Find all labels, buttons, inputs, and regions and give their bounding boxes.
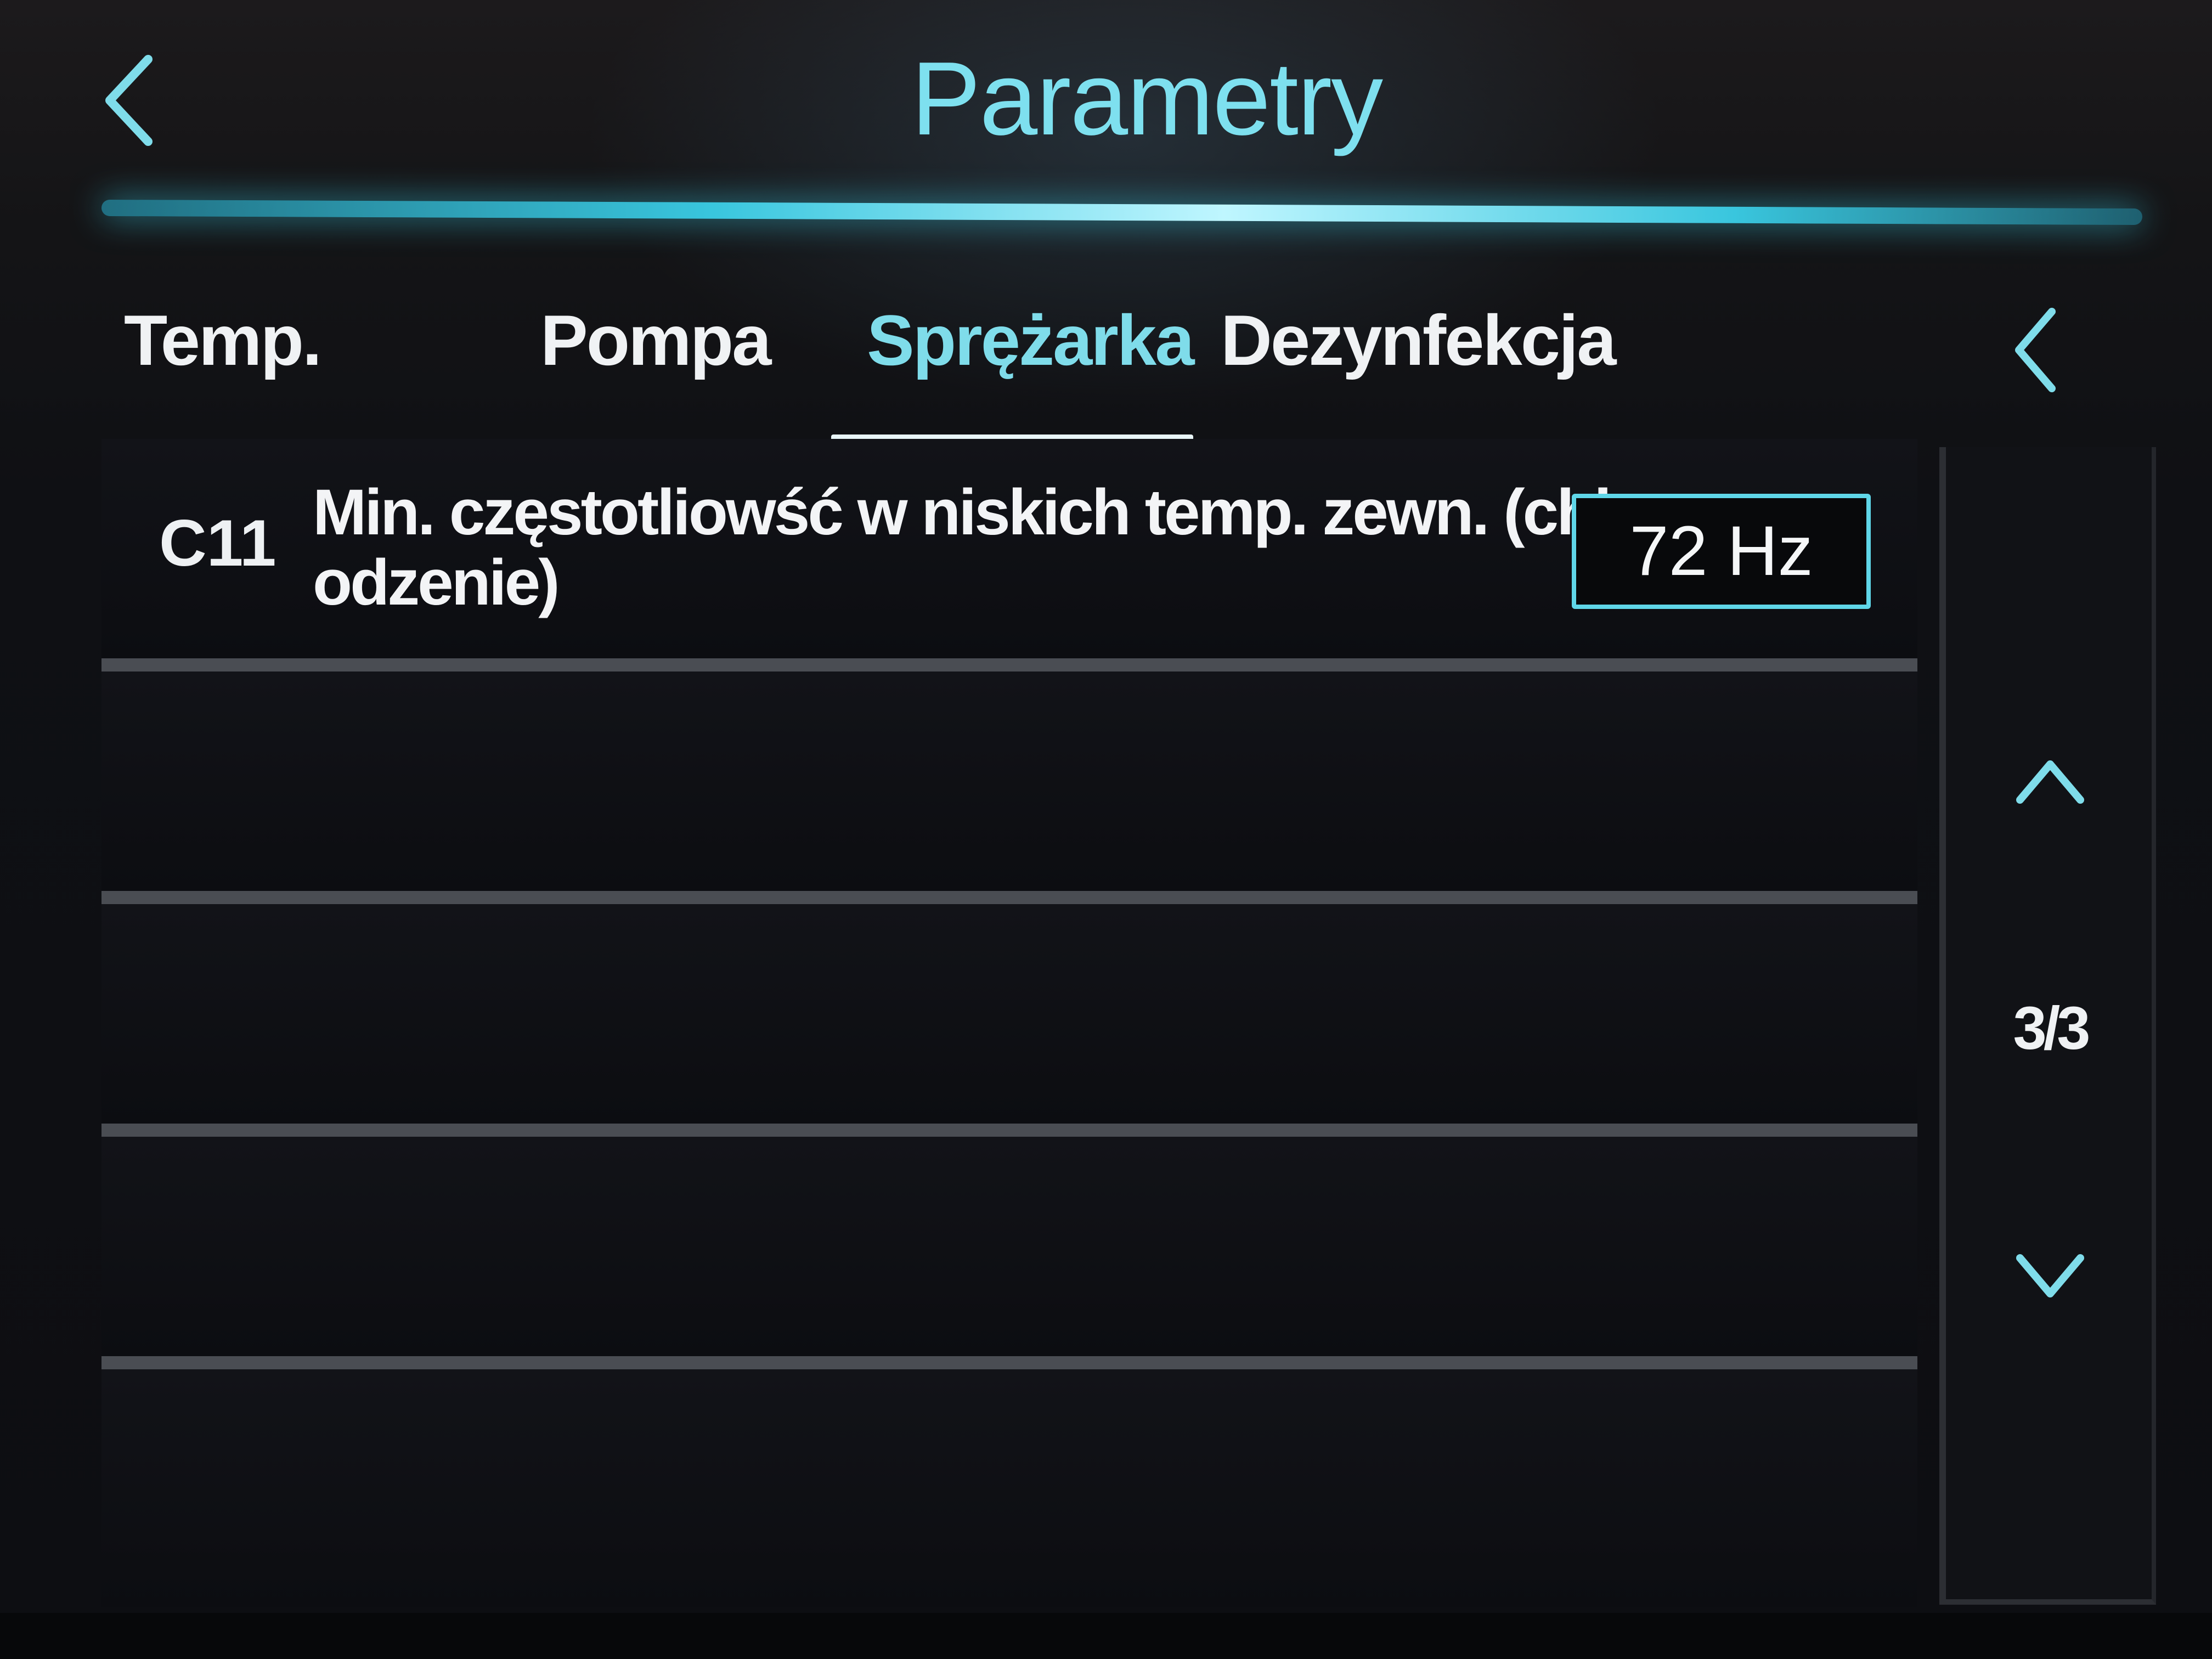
chevron-left-icon [99, 51, 159, 153]
page-title: Parametry [911, 41, 1383, 157]
parameter-list: C11 Min. częstotliowść w niskich temp. z… [101, 439, 1917, 1607]
empty-row [101, 904, 1917, 1124]
empty-row [101, 1137, 1917, 1356]
page-scroller: 3/3 [1939, 447, 2156, 1605]
parameter-row[interactable]: C11 Min. częstotliowść w niskich temp. z… [101, 439, 1917, 658]
row-divider [101, 1356, 1917, 1369]
row-divider [101, 891, 1917, 904]
screen-bezel [0, 1613, 2212, 1659]
parameter-code: C11 [159, 506, 276, 580]
parameter-description: Min. częstotliowść w niskich temp. zewn.… [313, 476, 1612, 619]
tab-bar: Temp. Pompa Sprężarka Dezynfekcja [101, 252, 1967, 450]
chevron-left-icon [2011, 303, 2060, 399]
chevron-down-icon [2012, 1250, 2089, 1307]
empty-row [101, 1369, 1917, 1607]
empty-row [101, 672, 1917, 891]
tab-temp[interactable]: Temp. [123, 285, 322, 395]
back-button[interactable] [93, 49, 165, 154]
tab-dezynfekcja[interactable]: Dezynfekcja [1221, 285, 1617, 395]
row-divider [101, 1124, 1917, 1137]
page-indicator: 3/3 [2013, 995, 2091, 1062]
tab-sprezarka[interactable]: Sprężarka [867, 285, 1195, 395]
header-divider [101, 199, 2143, 225]
page-up-button[interactable] [1990, 721, 2111, 842]
row-divider [101, 658, 1917, 672]
chevron-up-icon [2012, 753, 2089, 811]
tabs-scroll-left-button[interactable] [1997, 296, 2074, 406]
parameter-value-field[interactable]: 72 Hz [1572, 494, 1871, 609]
settings-screen: Parametry Temp. Pompa Sprężarka Dezynfek… [0, 0, 2212, 1659]
tab-pompa[interactable]: Pompa [540, 285, 771, 395]
page-down-button[interactable] [1990, 1218, 2111, 1339]
